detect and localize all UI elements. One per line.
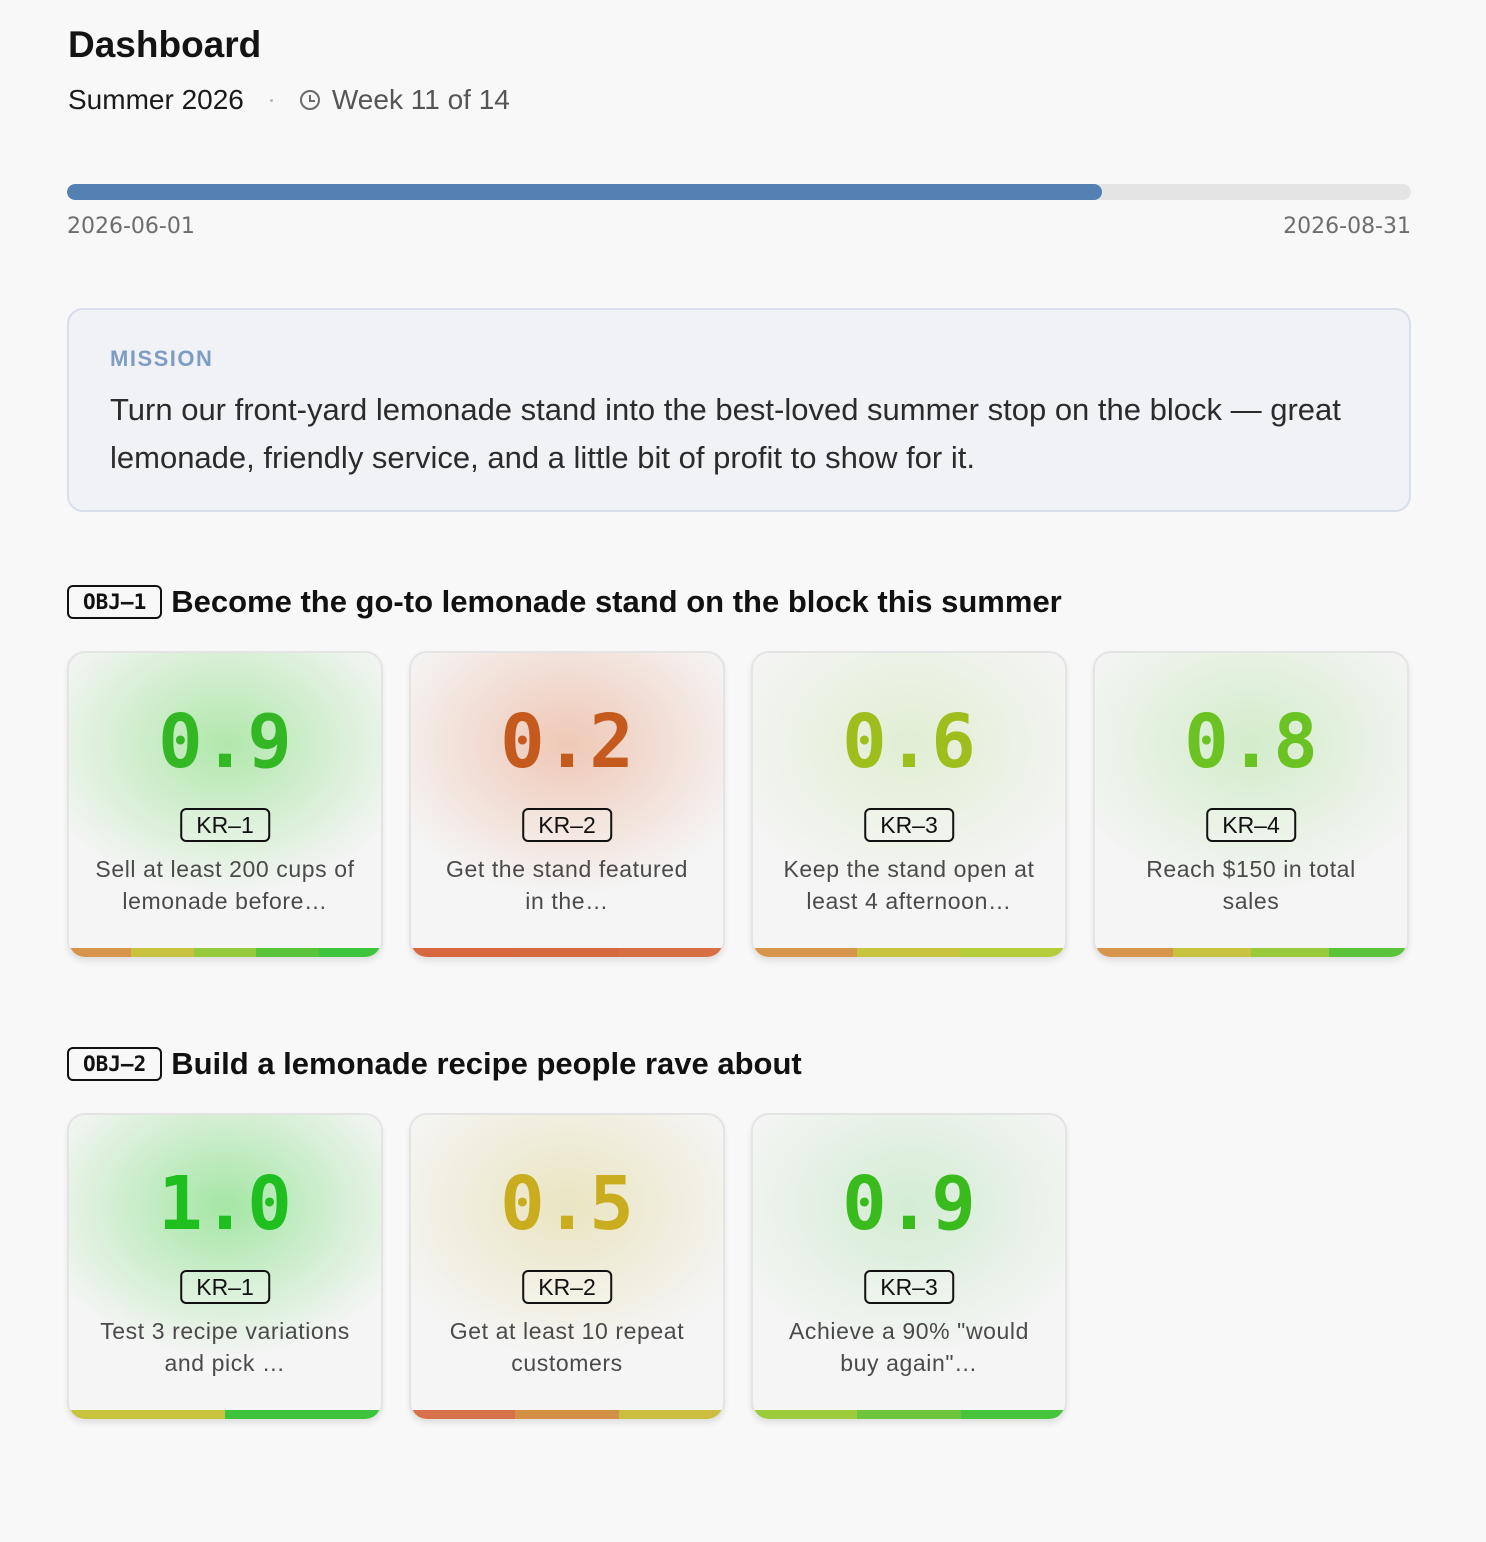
scale-segment — [515, 948, 619, 957]
scale-segment — [69, 1410, 225, 1419]
kr-score: 0.8 — [1184, 699, 1318, 785]
scale-segment — [857, 948, 961, 957]
objective-1: OBJ–1 Become the go-to lemonade stand on… — [67, 582, 1435, 959]
objective-header: OBJ–1 Become the go-to lemonade stand on… — [67, 582, 1435, 622]
kr-score-scale — [411, 948, 723, 957]
scale-segment — [857, 1410, 961, 1419]
kr-description: Sell at least 200 cups of lemonade befor… — [95, 856, 355, 914]
scale-segment — [318, 948, 381, 957]
kr-description: Get at least 10 repeat customers — [449, 1318, 685, 1376]
kr-score-scale — [1095, 948, 1407, 957]
kr-description: Get the stand featured in the… — [445, 856, 689, 914]
key-result-card[interactable]: 1.0 KR–1 Test 3 recipe variations and pi… — [67, 1113, 383, 1421]
kr-score-scale — [753, 948, 1065, 957]
end-date: 2026-08-31 — [1283, 214, 1411, 239]
term-progress-fill — [67, 184, 1102, 200]
kr-tag: KR–1 — [180, 808, 270, 842]
key-results-list: 0.9 KR–1 Sell at least 200 cups of lemon… — [67, 651, 1435, 959]
page-title: Dashboard — [68, 24, 262, 65]
key-result-card[interactable]: 0.9 KR–3 Achieve a 90% "would buy again"… — [751, 1113, 1067, 1421]
scale-segment — [1251, 948, 1329, 957]
mission-card: MISSION Turn our front-yard lemonade sta… — [67, 308, 1411, 512]
kr-description: Test 3 recipe variations and pick … — [100, 1318, 350, 1376]
scale-segment — [225, 1410, 381, 1419]
scale-segment — [619, 948, 723, 957]
kr-description: Keep the stand open at least 4 afternoon… — [783, 856, 1035, 914]
kr-tag: KR–1 — [180, 1270, 270, 1304]
scale-segment — [1173, 948, 1251, 957]
scale-segment — [131, 948, 194, 957]
start-date: 2026-06-01 — [67, 214, 195, 239]
term-progress-bar — [67, 184, 1411, 200]
kr-score-scale — [69, 1410, 381, 1419]
objective-tag: OBJ–1 — [67, 585, 163, 619]
key-results-list: 1.0 KR–1 Test 3 recipe variations and pi… — [67, 1113, 1093, 1421]
scale-segment — [1095, 948, 1173, 957]
scale-segment — [515, 1410, 619, 1419]
scale-segment — [193, 948, 257, 957]
key-result-card[interactable]: 0.5 KR–2 Get at least 10 repeat customer… — [409, 1113, 725, 1421]
kr-score-scale — [69, 948, 381, 957]
kr-score-scale — [411, 1410, 723, 1419]
kr-description: Achieve a 90% "would buy again"… — [788, 1318, 1030, 1376]
scale-segment — [753, 948, 857, 957]
objective-tag: OBJ–2 — [67, 1047, 163, 1081]
separator-dot — [269, 98, 273, 102]
objective-title: Become the go-to lemonade stand on the b… — [171, 584, 1062, 619]
scale-segment — [411, 1410, 515, 1419]
scale-segment — [753, 1410, 857, 1419]
key-result-card[interactable]: 0.6 KR–3 Keep the stand open at least 4 … — [751, 651, 1067, 959]
kr-score: 0.9 — [842, 1161, 976, 1247]
kr-tag: KR–2 — [522, 1270, 612, 1304]
term-info: Summer 2026 Week 11 of 14 — [68, 80, 510, 120]
kr-score: 0.5 — [500, 1161, 634, 1247]
kr-score: 0.2 — [500, 699, 634, 785]
scale-segment — [411, 948, 515, 957]
kr-description: Reach $150 in total sales — [1146, 856, 1356, 914]
objective-title: Build a lemonade recipe people rave abou… — [171, 1046, 802, 1081]
kr-tag: KR–3 — [864, 808, 954, 842]
scale-segment — [1329, 948, 1407, 957]
objective-header: OBJ–2 Build a lemonade recipe people rav… — [67, 1044, 1093, 1084]
term-label: Summer 2026 — [68, 84, 244, 115]
scale-segment — [961, 1410, 1065, 1419]
clock-icon — [299, 90, 320, 110]
key-result-card[interactable]: 0.9 KR–1 Sell at least 200 cups of lemon… — [67, 651, 383, 959]
mission-text: Turn our front-yard lemonade stand into … — [110, 392, 1341, 475]
key-result-card[interactable]: 0.2 KR–2 Get the stand featured in the… — [409, 651, 725, 959]
kr-score: 1.0 — [158, 1161, 292, 1247]
scale-segment — [256, 948, 319, 957]
kr-tag: KR–4 — [1206, 808, 1296, 842]
kr-tag: KR–3 — [864, 1270, 954, 1304]
objective-2: OBJ–2 Build a lemonade recipe people rav… — [67, 1044, 1093, 1421]
scale-segment — [69, 948, 132, 957]
week-label: Week 11 of 14 — [331, 84, 510, 115]
kr-score-scale — [753, 1410, 1065, 1419]
scale-segment — [961, 948, 1065, 957]
kr-score: 0.6 — [842, 699, 976, 785]
mission-label: MISSION — [110, 346, 214, 371]
dashboard-page: Dashboard Summer 2026 Week 11 of 14 2026… — [0, 0, 1486, 1542]
scale-segment — [619, 1410, 723, 1419]
key-result-card[interactable]: 0.8 KR–4 Reach $150 in total sales — [1093, 651, 1409, 959]
kr-score: 0.9 — [158, 699, 292, 785]
kr-tag: KR–2 — [522, 808, 612, 842]
